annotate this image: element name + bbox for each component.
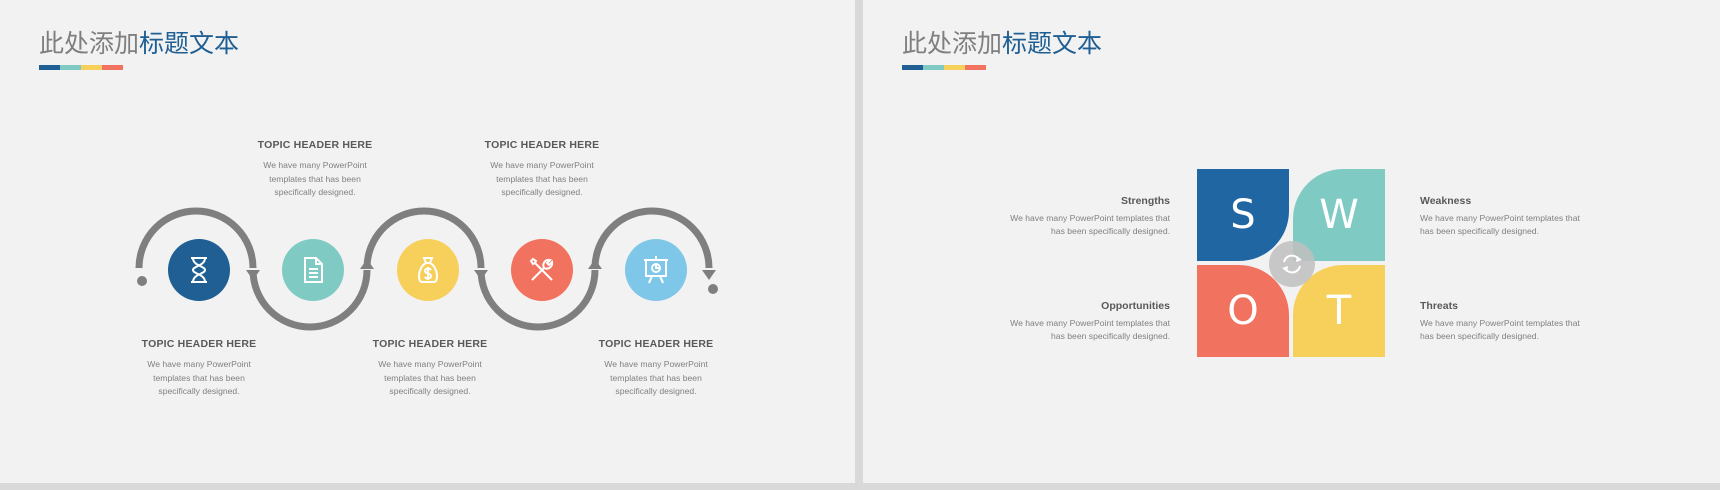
opportunities-label: Opportunities: [1101, 300, 1170, 312]
track-end-dot: [708, 284, 718, 294]
topic-header: TOPIC HEADER HERE: [484, 139, 600, 151]
strengths-body: We have many PowerPoint templates that h…: [1010, 213, 1170, 236]
color-bar-teal: [923, 65, 944, 70]
title-grey-part: 此处添加: [902, 29, 1003, 58]
swot-weakness-text: Weakness We have many PowerPoint templat…: [1420, 195, 1600, 237]
track-arrow-1: [246, 270, 260, 280]
swot-threats-text: Threats We have many PowerPoint template…: [1420, 300, 1600, 342]
topic-top-2: TOPIC HEADER HERE We have many PowerPoin…: [457, 139, 627, 200]
title-blue-part: 标题文本: [1002, 29, 1103, 58]
topic-body: We have many PowerPoint templates that h…: [604, 359, 708, 396]
swot-center: [1269, 241, 1315, 287]
threats-label: Threats: [1420, 300, 1458, 312]
color-bar-blue: [902, 65, 923, 70]
process-slide: 此处添加标题文本 TOPIC HEADER HERE We have many …: [0, 0, 855, 483]
topic-bottom-3: TOPIC HEADER HERE We have many PowerPoin…: [571, 338, 741, 399]
swot-letter-w: W: [1319, 192, 1359, 238]
topic-header: TOPIC HEADER HERE: [372, 338, 488, 350]
track-arrow-4: [588, 259, 602, 269]
color-bar-red: [965, 65, 986, 70]
title-color-bar: [902, 65, 986, 70]
topic-bottom-2: TOPIC HEADER HERE We have many PowerPoin…: [345, 338, 515, 399]
strengths-label: Strengths: [1120, 195, 1170, 207]
track-arrow-3: [474, 270, 488, 280]
threats-body: We have many PowerPoint templates that h…: [1420, 318, 1580, 341]
topic-header: TOPIC HEADER HERE: [141, 338, 257, 350]
slide-title: 此处添加标题文本: [902, 24, 1102, 60]
swot-strengths-text: Strengths We have many PowerPoint templa…: [990, 195, 1170, 237]
step-circle-2: [282, 239, 344, 301]
presentation-icon: [644, 256, 668, 284]
swot-letter-o: O: [1227, 288, 1259, 334]
weakness-body: We have many PowerPoint templates that h…: [1420, 213, 1580, 236]
weakness-label: Weakness: [1420, 195, 1472, 207]
step-circle-1: [168, 239, 230, 301]
topic-top-1: TOPIC HEADER HERE We have many PowerPoin…: [230, 139, 400, 200]
track-arrow-2: [360, 259, 374, 269]
opportunities-body: We have many PowerPoint templates that h…: [1010, 318, 1170, 341]
track-start-dot: [137, 276, 147, 286]
topic-body: We have many PowerPoint templates that h…: [147, 359, 251, 396]
step-circle-3: [397, 239, 459, 301]
topic-bottom-1: TOPIC HEADER HERE We have many PowerPoin…: [114, 338, 284, 399]
topic-body: We have many PowerPoint templates that h…: [263, 160, 367, 197]
money-bag-icon: [417, 257, 439, 283]
step-circle-4: [511, 239, 573, 301]
topic-body: We have many PowerPoint templates that h…: [378, 359, 482, 396]
tools-icon: [529, 257, 554, 281]
topic-header: TOPIC HEADER HERE: [598, 338, 714, 350]
track-arrow-5: [702, 270, 716, 280]
step-circle-5: [625, 239, 687, 301]
swot-opportunities-text: Opportunities We have many PowerPoint te…: [990, 300, 1170, 342]
document-icon: [304, 257, 323, 283]
swot-slide: 此处添加标题文本 S W O T Strengths We have many …: [863, 0, 1720, 483]
topic-header: TOPIC HEADER HERE: [257, 139, 373, 151]
refresh-icon: [1282, 254, 1302, 274]
topic-body: We have many PowerPoint templates that h…: [490, 160, 594, 197]
swot-letter-t: T: [1326, 288, 1352, 334]
hourglass-icon: [191, 257, 207, 283]
color-bar-yellow: [944, 65, 965, 70]
swot-letter-s: S: [1230, 192, 1256, 238]
